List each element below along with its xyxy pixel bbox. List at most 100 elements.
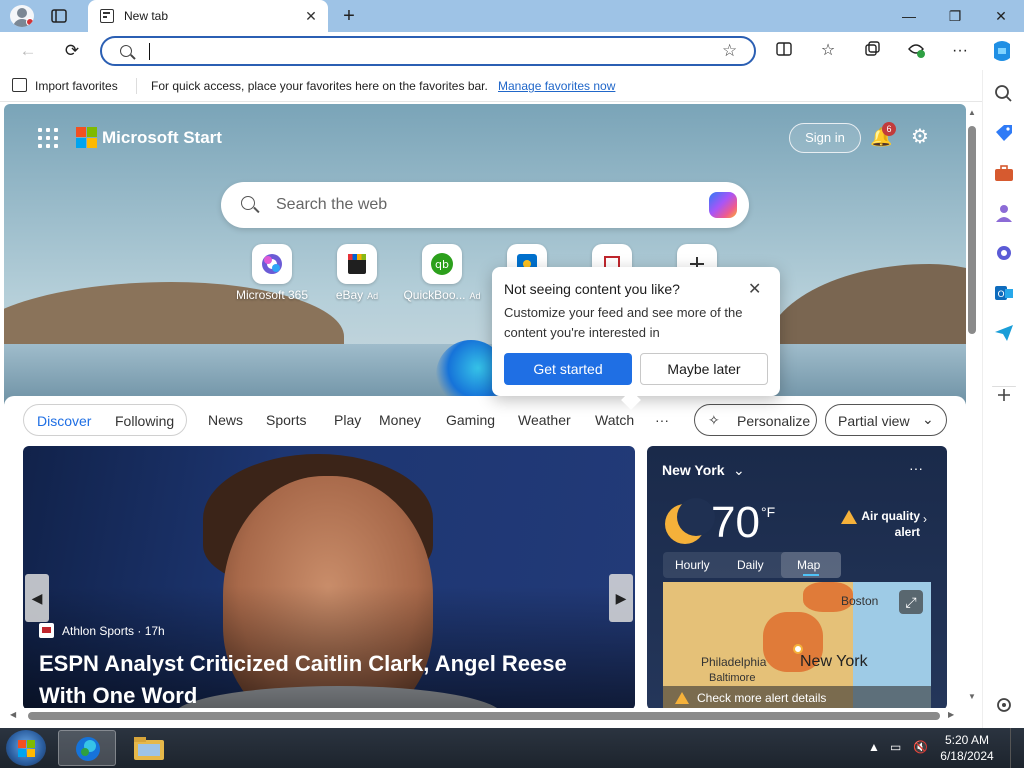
get-started-button[interactable]: Get started (504, 353, 632, 385)
divider (136, 78, 137, 94)
microsoft-365-icon[interactable] (992, 242, 1016, 264)
scroll-left-arrow[interactable]: ◀ (10, 710, 16, 719)
collections-icon[interactable] (861, 40, 883, 62)
tab-map[interactable]: Map (797, 558, 820, 572)
nav-more-button[interactable]: ··· (655, 412, 669, 428)
air-quality-alert[interactable]: Air quality alert (860, 508, 920, 540)
nav-news[interactable]: News (208, 412, 243, 428)
carousel-prev-button[interactable]: ◀ (25, 574, 49, 622)
chevron-right-icon[interactable]: › (923, 512, 927, 526)
tab-close-button[interactable]: ✕ (302, 7, 320, 25)
text-caret (149, 43, 150, 60)
quick-link-ebay[interactable]: eBay Ad (312, 244, 402, 302)
vertical-scrollbar[interactable]: ▲ ▼ (966, 104, 978, 708)
copilot-icon[interactable] (990, 40, 1012, 62)
sign-in-button[interactable]: Sign in (789, 123, 861, 153)
add-favorite-icon[interactable]: ☆ (722, 41, 737, 61)
add-sidebar-app-icon[interactable] (992, 384, 1016, 406)
scroll-down-arrow[interactable]: ▼ (966, 692, 978, 701)
back-button[interactable]: ← (15, 39, 41, 63)
search-icon[interactable] (992, 82, 1016, 104)
network-icon[interactable]: ▭ (890, 740, 901, 754)
tab-new-tab[interactable]: New tab ✕ (88, 0, 328, 32)
scrollbar-thumb[interactable] (28, 712, 940, 720)
chevron-down-icon[interactable]: ⌄ (733, 462, 745, 479)
partial-view-dropdown[interactable]: Partial view ⌄ (825, 404, 947, 436)
import-favorites-button[interactable]: Import favorites (35, 79, 118, 93)
scroll-up-arrow[interactable]: ▲ (966, 108, 978, 117)
address-bar[interactable]: ☆ (100, 36, 756, 66)
manage-favorites-link[interactable]: Manage favorites now (498, 79, 615, 93)
favorites-bar: Import favorites For quick access, place… (0, 70, 1024, 102)
sidebar-settings-gear-icon[interactable] (992, 694, 1016, 716)
quickbooks-icon: qb (422, 244, 462, 284)
weather-more-button[interactable]: ··· (909, 460, 923, 476)
quick-link-quickbooks[interactable]: qb QuickBoo... Ad (397, 244, 487, 302)
show-hidden-icons[interactable]: ▲ (868, 740, 880, 754)
ebay-icon (337, 244, 377, 284)
copilot-search-icon[interactable] (709, 192, 737, 218)
favorites-icon[interactable]: ☆ (817, 40, 839, 62)
weather-alert-bar[interactable]: Check more alert details (663, 686, 931, 708)
tab-daily[interactable]: Daily (737, 558, 764, 572)
page-settings-gear-icon[interactable]: ⚙ (908, 125, 932, 149)
web-search-box[interactable]: Search the web (221, 182, 749, 228)
tab-following[interactable]: Following (115, 413, 174, 429)
profile-avatar[interactable] (10, 5, 34, 27)
tab-hourly[interactable]: Hourly (675, 558, 710, 572)
tab-discover[interactable]: Discover (37, 413, 91, 429)
address-input[interactable] (146, 41, 706, 61)
persona-icon[interactable] (992, 202, 1016, 224)
edge-icon (76, 737, 100, 761)
outlook-icon[interactable]: O (992, 282, 1016, 304)
maybe-later-button[interactable]: Maybe later (640, 353, 768, 385)
volume-muted-icon[interactable]: 🔇 (913, 740, 928, 754)
popup-title: Not seeing content you like? (504, 281, 680, 297)
nav-gaming[interactable]: Gaming (446, 412, 495, 428)
article-headline[interactable]: ESPN Analyst Criticized Caitlin Clark, A… (39, 648, 619, 708)
search-icon (241, 196, 255, 210)
send-icon[interactable] (992, 322, 1016, 344)
page-content: Microsoft Start Sign in 🔔 6 ⚙ Search the… (4, 104, 966, 708)
taskbar-file-explorer[interactable] (120, 730, 178, 766)
browser-essentials-icon[interactable] (905, 40, 927, 62)
tab-actions-icon[interactable] (50, 7, 68, 25)
minimize-button[interactable]: — (886, 0, 932, 32)
personalize-button[interactable]: ✧ Personalize (694, 404, 817, 436)
temperature-unit: °F (761, 504, 776, 520)
horizontal-scrollbar[interactable]: ◀ ▶ (4, 708, 966, 726)
scrollbar-thumb[interactable] (968, 126, 976, 334)
system-clock[interactable]: 5:20 AM 6/18/2024 (940, 732, 994, 764)
map-label-boston: Boston (841, 594, 879, 608)
nav-money[interactable]: Money (379, 412, 421, 428)
scroll-right-arrow[interactable]: ▶ (948, 710, 954, 719)
taskbar-edge-app[interactable] (58, 730, 116, 766)
popup-body: Customize your feed and see more of the … (504, 305, 743, 340)
carousel-next-button[interactable]: ▶ (609, 574, 633, 622)
start-button-icon[interactable] (6, 730, 46, 766)
settings-more-button[interactable]: ··· (949, 40, 971, 62)
show-desktop-button[interactable] (1010, 728, 1024, 768)
warning-icon (841, 510, 857, 524)
shopping-tag-icon[interactable] (992, 122, 1016, 144)
restore-button[interactable]: ❐ (932, 0, 978, 32)
brand-title[interactable]: Microsoft Start (102, 128, 222, 148)
close-window-button[interactable]: ✕ (978, 0, 1024, 32)
nav-sports[interactable]: Sports (266, 412, 306, 428)
app-launcher-icon[interactable] (38, 128, 58, 148)
popup-close-button[interactable]: ✕ (748, 279, 761, 299)
expand-map-icon[interactable]: ⤢ (899, 590, 923, 614)
moon-icon (665, 498, 715, 544)
nav-watch[interactable]: Watch (595, 412, 634, 428)
tools-briefcase-icon[interactable] (992, 162, 1016, 184)
refresh-button[interactable]: ⟳ (59, 39, 85, 63)
new-tab-button[interactable]: + (338, 5, 360, 27)
split-screen-icon[interactable] (773, 40, 795, 62)
quick-link-microsoft-365[interactable]: Microsoft 365 (227, 244, 317, 302)
import-icon (12, 78, 27, 92)
nav-play[interactable]: Play (334, 412, 361, 428)
weather-city[interactable]: New York (662, 462, 725, 478)
article-source: Athlon Sports · 17h (62, 624, 165, 638)
nav-weather[interactable]: Weather (518, 412, 571, 428)
hero-news-card[interactable]: ◀ ▶ Athlon Sports · 17h ESPN Analyst Cri… (23, 446, 635, 708)
